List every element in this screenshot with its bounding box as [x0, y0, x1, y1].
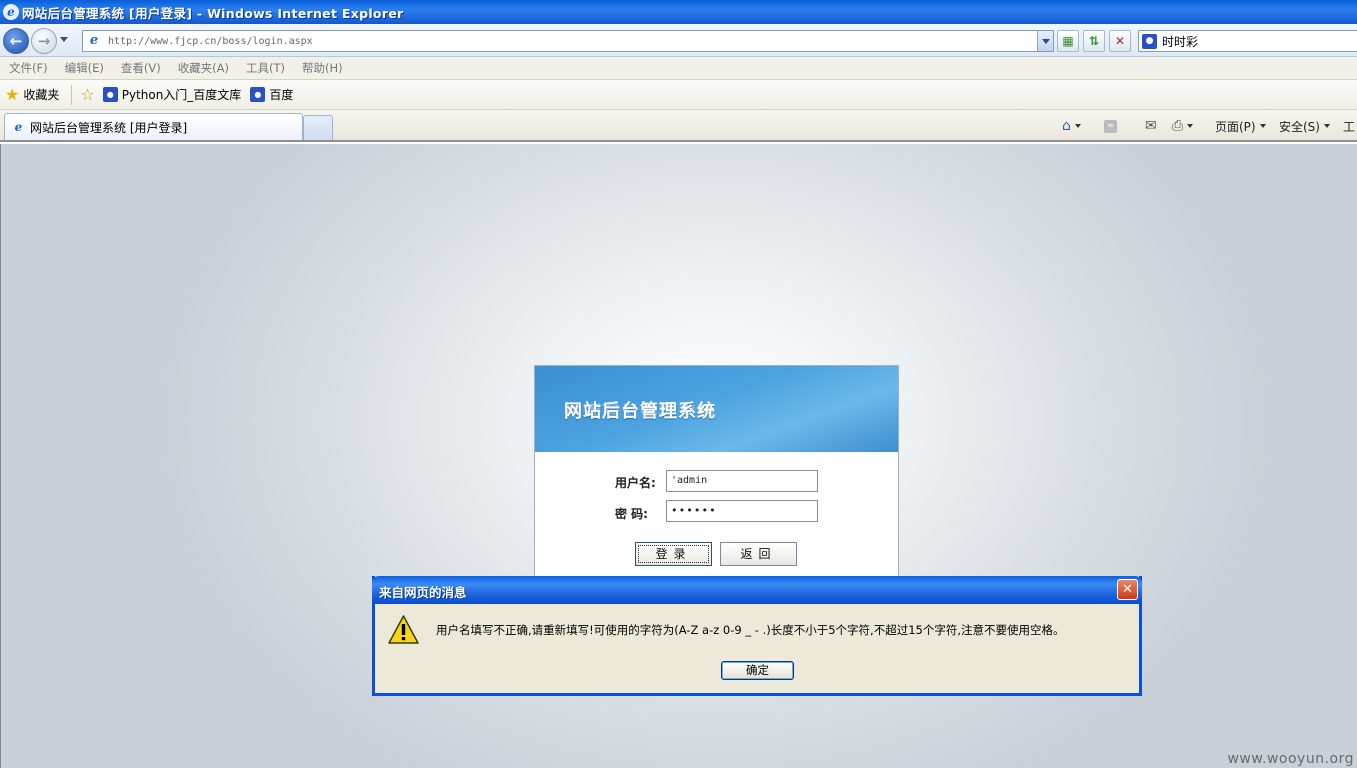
- address-toolbar: ← → e http://www.fjcp.cn/boss/login.aspx…: [0, 24, 1357, 57]
- alert-dialog: 来自网页的消息 ✕ 用户名填写不正确,请重新填写!可使用的字符为(A-Z a-z…: [372, 576, 1142, 696]
- page-icon: e: [14, 119, 23, 134]
- tab-label: 网站后台管理系统 [用户登录]: [30, 120, 188, 135]
- chevron-down-icon: [1074, 124, 1081, 128]
- window-title: 网站后台管理系统 [用户登录] - Windows Internet Explo…: [22, 5, 404, 21]
- address-bar[interactable]: e http://www.fjcp.cn/boss/login.aspx: [82, 30, 1054, 52]
- printer-icon: ⎙: [1172, 118, 1184, 134]
- print-button[interactable]: ⎙: [1172, 116, 1194, 136]
- divider: [71, 84, 73, 105]
- login-panel: 网站后台管理系统 网站后台管理系统 用户名: 'admin 密 码: •••••…: [534, 365, 899, 580]
- login-header: 网站后台管理系统 网站后台管理系统: [535, 366, 898, 452]
- tools-menu-label: 工: [1343, 119, 1356, 134]
- username-label: 用户名:: [615, 476, 656, 490]
- menu-edit[interactable]: 编辑(E): [65, 60, 104, 76]
- mail-icon: ✉: [1145, 118, 1157, 134]
- home-button[interactable]: ⌂: [1062, 116, 1081, 136]
- menu-view[interactable]: 查看(V): [121, 60, 161, 76]
- menu-tools[interactable]: 工具(T): [246, 60, 285, 76]
- page-icon: e: [89, 33, 99, 48]
- close-icon[interactable]: ✕: [1117, 579, 1138, 600]
- password-input[interactable]: ••••••: [666, 500, 818, 522]
- favorite-link-baidu[interactable]: 百度: [269, 86, 293, 103]
- menu-bar: 文件(F) 编辑(E) 查看(V) 收藏夹(A) 工具(T) 帮助(H): [0, 57, 1357, 80]
- refresh-icon: ⇅: [1088, 34, 1100, 48]
- menu-file[interactable]: 文件(F): [9, 60, 48, 76]
- ok-button[interactable]: 确定: [721, 661, 794, 680]
- home-icon: ⌂: [1062, 118, 1071, 134]
- history-dropdown-icon[interactable]: [60, 37, 68, 42]
- favorite-link-python[interactable]: Python入门_百度文库: [122, 86, 242, 103]
- page-menu[interactable]: 页面(P): [1215, 116, 1266, 136]
- read-mail-button[interactable]: ✉: [1145, 116, 1157, 136]
- add-favorite-icon[interactable]: ☆: [80, 85, 94, 104]
- tab-active[interactable]: e 网站后台管理系统 [用户登录]: [4, 113, 303, 140]
- password-label: 密 码:: [615, 507, 648, 521]
- username-input[interactable]: 'admin: [666, 470, 818, 492]
- forward-arrow-icon: →: [37, 31, 51, 50]
- favorites-star-icon: ★: [5, 85, 20, 104]
- feeds-button[interactable]: ≈: [1104, 116, 1117, 136]
- stop-icon: ✕: [1114, 34, 1126, 48]
- back-arrow-icon: ←: [9, 31, 23, 50]
- compatibility-icon: ▦: [1062, 34, 1074, 48]
- rss-feed-icon: ≈: [1104, 119, 1117, 133]
- search-input[interactable]: 时时彩: [1162, 33, 1198, 50]
- ie-logo-icon: e: [3, 4, 19, 20]
- chevron-down-icon: [1323, 124, 1330, 128]
- window-titlebar[interactable]: e 网站后台管理系统 [用户登录] - Windows Internet Exp…: [0, 0, 1357, 24]
- menu-help[interactable]: 帮助(H): [302, 60, 343, 76]
- refresh-button[interactable]: ⇅: [1083, 30, 1105, 52]
- dialog-titlebar[interactable]: 来自网页的消息 ✕: [372, 576, 1142, 604]
- warning-icon: [388, 615, 419, 644]
- chevron-down-icon: [1187, 124, 1194, 128]
- menu-favorites[interactable]: 收藏夹(A): [178, 60, 229, 76]
- stop-button[interactable]: ✕: [1109, 30, 1131, 52]
- login-button[interactable]: 登录: [635, 542, 712, 566]
- compatibility-view-button[interactable]: ▦: [1057, 30, 1079, 52]
- watermark: www.wooyun.org: [1227, 751, 1354, 767]
- baidu-paw-icon: ●: [1142, 33, 1157, 49]
- page-menu-label: 页面(P): [1215, 119, 1256, 134]
- system-title-reflection: 网站后台管理系统: [564, 402, 716, 415]
- divider: [0, 144, 1, 768]
- back-button[interactable]: ←: [3, 28, 29, 54]
- chevron-down-icon: [1259, 124, 1266, 128]
- baidu-paw-icon: ●: [102, 87, 118, 102]
- tab-bar: e 网站后台管理系统 [用户登录] ⌂ ≈ ✉ ⎙ 页面(P) 安全(S) 工: [0, 110, 1357, 142]
- favorites-bar: ★ 收藏夹 ☆ ● Python入门_百度文库 ● 百度: [0, 80, 1357, 110]
- safety-menu[interactable]: 安全(S): [1279, 116, 1330, 136]
- dialog-title: 来自网页的消息: [379, 585, 467, 600]
- dialog-message: 用户名填写不正确,请重新填写!可使用的字符为(A-Z a-z 0-9 _ - .…: [436, 623, 1065, 637]
- back-link-button[interactable]: 返回: [720, 542, 797, 566]
- favorites-button[interactable]: 收藏夹: [23, 86, 59, 103]
- safety-menu-label: 安全(S): [1279, 119, 1320, 134]
- search-box[interactable]: ● 时时彩: [1138, 30, 1357, 52]
- address-url[interactable]: http://www.fjcp.cn/boss/login.aspx: [108, 36, 313, 47]
- baidu-paw-icon: ●: [250, 87, 266, 102]
- forward-button[interactable]: →: [31, 28, 57, 54]
- new-tab-button[interactable]: [303, 115, 333, 140]
- address-dropdown-icon[interactable]: [1037, 31, 1053, 51]
- tools-menu[interactable]: 工: [1343, 116, 1355, 136]
